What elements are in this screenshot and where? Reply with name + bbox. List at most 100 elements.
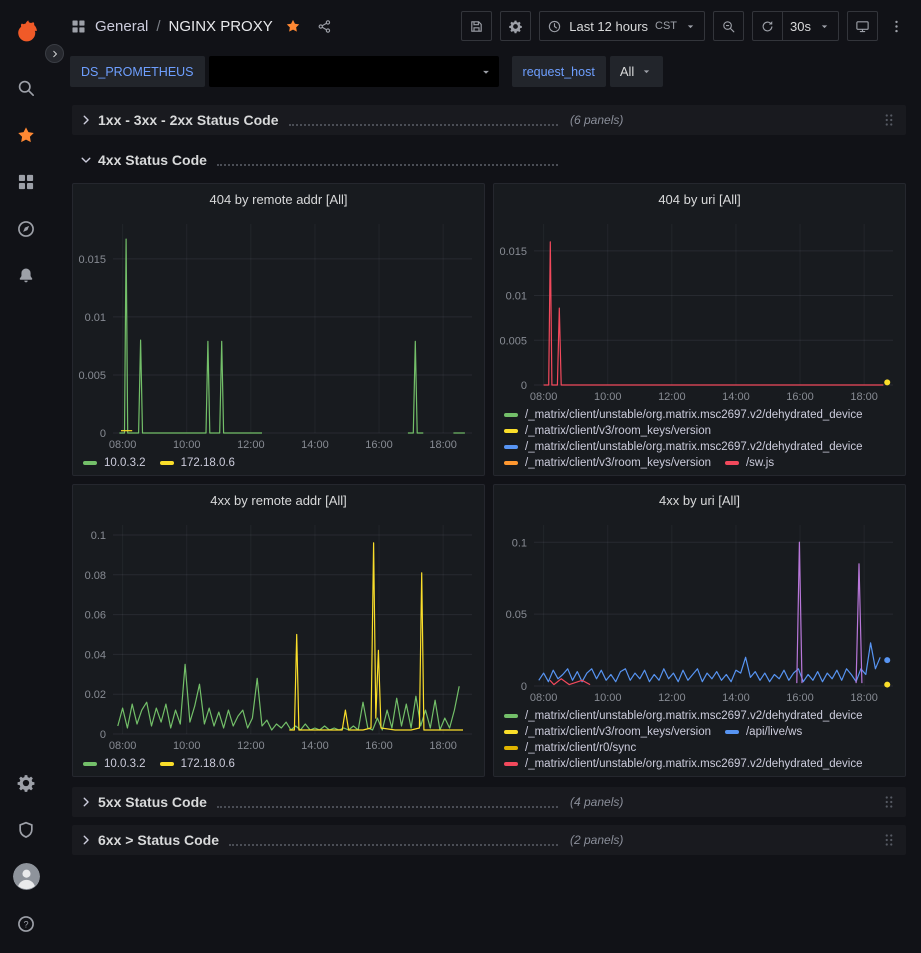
sidebar-item-alerting[interactable] (0, 252, 52, 299)
legend-swatch (504, 429, 518, 433)
dashboard-panel: 4xx by remote addr [All] 08:0010:0012:00… (72, 484, 485, 777)
apps-grid-icon (70, 18, 87, 35)
refresh-interval-label: 30s (790, 19, 811, 34)
legend-item[interactable]: /api/live/ws (725, 726, 802, 738)
svg-text:0.01: 0.01 (506, 291, 527, 303)
legend-swatch (725, 461, 739, 465)
panel-header[interactable]: 404 by remote addr [All] (73, 184, 484, 214)
favorite-star-button[interactable] (281, 14, 305, 38)
row-1xx-3xx-2xx[interactable]: 1xx - 3xx - 2xx Status Code (6 panels) (72, 105, 906, 135)
sidebar-bottom (0, 759, 52, 947)
sidebar-item-explore[interactable] (0, 205, 52, 252)
zoom-out-icon (721, 19, 736, 34)
legend-item[interactable]: /_matrix/client/v3/room_keys/version (504, 425, 711, 437)
drag-handle-icon[interactable] (880, 831, 898, 849)
row-4xx[interactable]: 4xx Status Code (72, 145, 906, 175)
panel-header[interactable]: 404 by uri [All] (494, 184, 905, 214)
variable-label-ds-prometheus[interactable]: DS_PROMETHEUS (70, 56, 205, 87)
row-title[interactable]: 4xx Status Code (98, 152, 207, 168)
legend-item[interactable]: 10.0.3.2 (83, 758, 146, 770)
dashboard-title[interactable]: NGINX PROXY (169, 18, 273, 35)
row-panel-count: (6 panels) (570, 113, 623, 127)
panel-header[interactable]: 4xx by remote addr [All] (73, 485, 484, 515)
svg-text:0.015: 0.015 (499, 246, 527, 258)
row-6xx[interactable]: 6xx > Status Code (2 panels) (72, 825, 906, 855)
svg-text:14:00: 14:00 (722, 692, 750, 704)
topbar-actions: Last 12 hours CST 30s (461, 11, 907, 41)
svg-text:10:00: 10:00 (594, 391, 622, 403)
row-5xx[interactable]: 5xx Status Code (4 panels) (72, 787, 906, 817)
panel-header[interactable]: 4xx by uri [All] (494, 485, 905, 515)
panel-chart[interactable]: 08:0010:0012:0014:0016:0018:0000.050.1 (494, 515, 905, 706)
legend-item[interactable]: /_matrix/client/unstable/org.matrix.msc2… (504, 758, 863, 770)
sidebar-item-server-admin[interactable] (0, 806, 52, 853)
share-button[interactable] (313, 14, 337, 38)
svg-text:0.05: 0.05 (506, 609, 527, 621)
legend-item[interactable]: /_matrix/client/unstable/org.matrix.msc2… (504, 710, 863, 722)
panel-chart[interactable]: 08:0010:0012:0014:0016:0018:0000.0050.01… (494, 214, 905, 405)
sidebar-item-help[interactable] (0, 900, 52, 947)
angle-right-icon (76, 792, 96, 812)
row-title[interactable]: 1xx - 3xx - 2xx Status Code (98, 112, 279, 128)
angle-down-icon (76, 150, 96, 170)
svg-text:14:00: 14:00 (301, 740, 329, 752)
variable-value-ds-prometheus[interactable] (209, 56, 499, 87)
svg-text:0.01: 0.01 (85, 312, 106, 324)
legend-swatch (504, 413, 518, 417)
time-range-picker[interactable]: Last 12 hours CST (539, 11, 705, 41)
legend-item[interactable]: /_matrix/client/v3/room_keys/version (504, 726, 711, 738)
legend-item[interactable]: /_matrix/client/v3/room_keys/version (504, 457, 711, 469)
variable-ds-prometheus: DS_PROMETHEUS (70, 56, 499, 87)
refresh-button[interactable] (752, 11, 783, 41)
panel-chart[interactable]: 08:0010:0012:0014:0016:0018:0000.020.040… (73, 515, 484, 754)
row-title[interactable]: 5xx Status Code (98, 794, 207, 810)
row-left: 6xx > Status Code (76, 830, 568, 850)
caret-down-icon (640, 65, 653, 78)
more-options-button[interactable] (886, 11, 907, 41)
svg-text:0.06: 0.06 (85, 610, 106, 622)
panel-chart[interactable]: 08:0010:0012:0014:0016:0018:0000.0050.01… (73, 214, 484, 453)
topbar: General / NGINX PROXY Last 12 hours CST … (52, 0, 921, 52)
tv-mode-button[interactable] (847, 11, 878, 41)
svg-text:0: 0 (521, 380, 527, 392)
drag-handle-icon[interactable] (880, 793, 898, 811)
legend-item[interactable]: 10.0.3.2 (83, 457, 146, 469)
compass-icon (16, 219, 36, 239)
legend-label: /_matrix/client/unstable/org.matrix.msc2… (525, 758, 863, 770)
shield-icon (16, 820, 36, 840)
svg-text:18:00: 18:00 (850, 391, 878, 403)
sidebar-item-profile[interactable] (0, 853, 52, 900)
legend-item[interactable]: /sw.js (725, 457, 774, 469)
grafana-logo[interactable] (0, 10, 52, 50)
svg-text:0.005: 0.005 (78, 370, 106, 382)
legend-label: 10.0.3.2 (104, 457, 146, 469)
dashboard-settings-button[interactable] (500, 11, 531, 41)
legend-item[interactable]: 172.18.0.6 (160, 758, 235, 770)
legend-item[interactable]: /_matrix/client/r0/sync (504, 742, 636, 754)
svg-text:10:00: 10:00 (594, 692, 622, 704)
panel-title: 4xx by remote addr [All] (210, 493, 347, 508)
panel-legend: 10.0.3.2 172.18.0.6 (73, 453, 484, 475)
drag-handle-icon[interactable] (880, 111, 898, 129)
zoom-out-button[interactable] (713, 11, 744, 41)
variable-label-request-host[interactable]: request_host (512, 56, 606, 87)
breadcrumb-folder[interactable]: General (95, 18, 148, 35)
row-title[interactable]: 6xx > Status Code (98, 832, 219, 848)
svg-text:12:00: 12:00 (237, 740, 265, 752)
save-dashboard-button[interactable] (461, 11, 492, 41)
legend-label: 172.18.0.6 (181, 758, 235, 770)
refresh-interval-dropdown[interactable]: 30s (783, 11, 839, 41)
sidebar-item-dashboards[interactable] (0, 158, 52, 205)
sidebar-item-configuration[interactable] (0, 759, 52, 806)
monitor-icon (855, 19, 870, 34)
legend-item[interactable]: /_matrix/client/unstable/org.matrix.msc2… (504, 441, 863, 453)
sidebar-expand-button[interactable] (45, 44, 64, 63)
grafana-flame-icon (13, 17, 40, 44)
svg-text:14:00: 14:00 (301, 439, 329, 451)
sidebar-item-search[interactable] (0, 64, 52, 111)
legend-item[interactable]: /_matrix/client/unstable/org.matrix.msc2… (504, 409, 863, 421)
variable-value-request-host[interactable]: All (610, 56, 663, 87)
legend-item[interactable]: 172.18.0.6 (160, 457, 235, 469)
angle-right-icon (76, 110, 96, 130)
sidebar-item-starred[interactable] (0, 111, 52, 158)
